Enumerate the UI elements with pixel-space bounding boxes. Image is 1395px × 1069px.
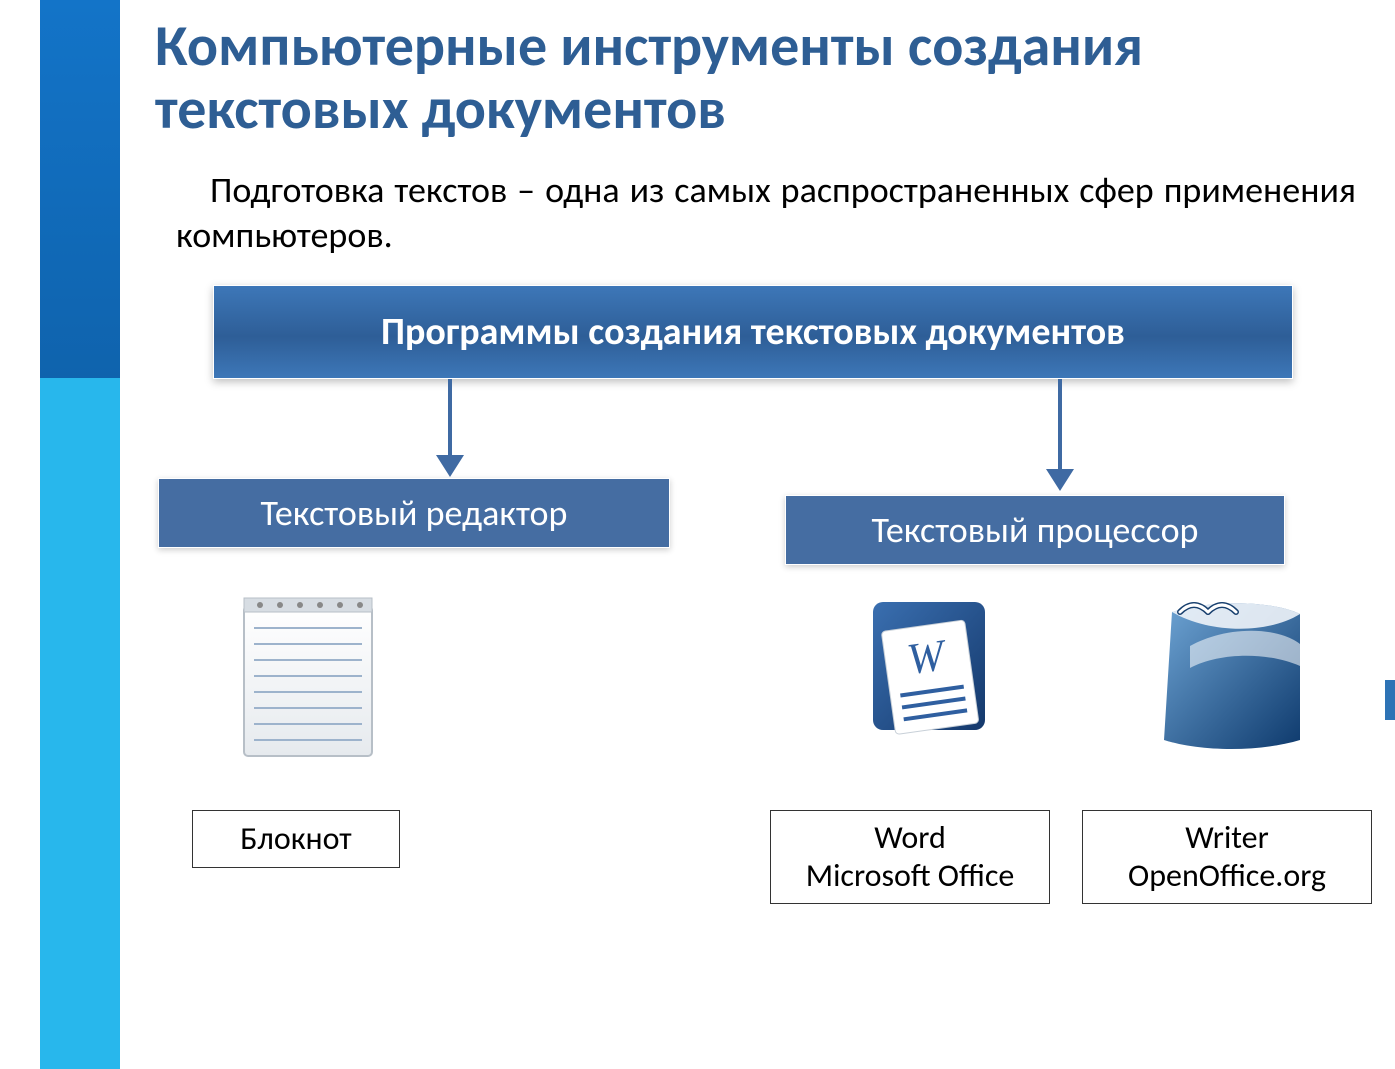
arrow-right <box>1058 379 1062 469</box>
diagram-root: Программы создания текстовых документов <box>213 285 1293 379</box>
app-word-line1: Word <box>874 819 946 857</box>
app-writer-line1: Writer <box>1185 819 1268 857</box>
side-accent <box>1385 680 1395 720</box>
slide-title: Компьютерные инструменты создания тексто… <box>155 15 1365 140</box>
arrow-right-head <box>1046 469 1074 491</box>
word-icon: W <box>855 594 1005 754</box>
branch-text-processor: Текстовый процессор <box>785 495 1285 565</box>
openoffice-writer-icon <box>1150 594 1310 754</box>
side-bar-bottom <box>40 378 120 1069</box>
arrow-left <box>448 379 452 455</box>
app-notepad-label: Блокнот <box>192 810 400 868</box>
slide-subtitle: Подготовка текстов – одна из самых распр… <box>176 168 1356 258</box>
app-word-label: Word Microsoft Office <box>770 810 1050 904</box>
arrow-left-head <box>436 455 464 477</box>
branch-text-editor: Текстовый редактор <box>158 478 670 548</box>
app-writer-label: Writer OpenOffice.org <box>1082 810 1372 904</box>
side-bar-top <box>40 0 120 378</box>
app-word-line2: Microsoft Office <box>806 857 1015 895</box>
notepad-icon <box>238 594 378 764</box>
app-writer-line2: OpenOffice.org <box>1128 857 1326 895</box>
